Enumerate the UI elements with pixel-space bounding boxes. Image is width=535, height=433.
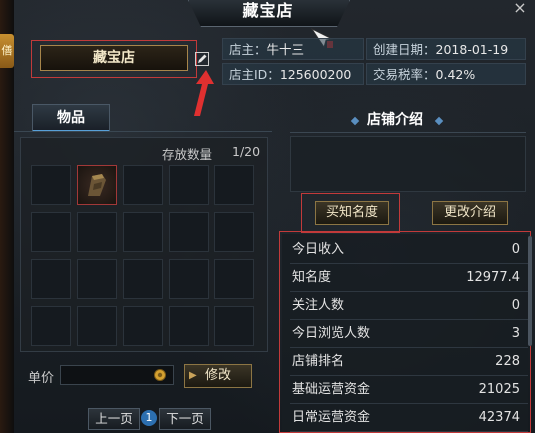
item-slot[interactable] [77, 165, 117, 205]
item-slot[interactable] [31, 259, 71, 299]
item-slot[interactable] [214, 212, 254, 252]
item-slot[interactable] [123, 259, 163, 299]
item-icon [88, 174, 106, 196]
item-slot[interactable] [31, 306, 71, 346]
item-slot[interactable] [31, 212, 71, 252]
stat-value: 3 [511, 326, 520, 341]
stat-label: 店铺排名 [292, 354, 345, 369]
item-slot[interactable] [169, 212, 209, 252]
button-arrow-icon: ▶ [189, 370, 197, 381]
stat-row: 基础运营资金 21025 [290, 376, 528, 404]
item-slot[interactable] [123, 165, 163, 205]
owner-label: 店主： [229, 42, 267, 57]
modify-price-label: 修改 [204, 368, 231, 383]
buy-fame-button[interactable]: 买知名度 [315, 201, 389, 225]
item-slot[interactable] [169, 165, 209, 205]
owner-cell: 店主：牛十三 [222, 38, 364, 60]
stat-row: 今日浏览人数 3 [290, 320, 528, 348]
stat-label: 关注人数 [292, 298, 345, 313]
stat-value: 21025 [478, 382, 520, 397]
edit-icon[interactable] [195, 52, 209, 66]
tax-label: 交易税率： [373, 67, 436, 82]
tab-underline [14, 131, 272, 132]
item-slot[interactable] [214, 259, 254, 299]
intro-text-box [290, 136, 526, 192]
item-slot[interactable] [123, 212, 163, 252]
item-slot[interactable] [169, 259, 209, 299]
stat-value: 228 [495, 354, 520, 369]
stat-row: 今日收入 0 [290, 236, 528, 264]
owner-id-value: 125600200 [279, 67, 352, 82]
shop-name-field[interactable]: 藏宝店 [40, 45, 188, 71]
store-count-value: 1/20 [232, 144, 261, 159]
stat-label: 基础运营资金 [292, 382, 371, 397]
stat-label: 日常运营资金 [292, 410, 371, 425]
coin-icon [154, 369, 166, 381]
next-page-button[interactable]: 下一页 [159, 408, 211, 430]
item-slot[interactable] [214, 165, 254, 205]
stat-label: 今日收入 [292, 242, 345, 257]
stat-label: 知名度 [292, 270, 332, 285]
item-slot[interactable] [31, 165, 71, 205]
change-intro-button[interactable]: 更改介绍 [432, 201, 508, 225]
item-slot[interactable] [77, 306, 117, 346]
stat-row: 知名度 12977.4 [290, 264, 528, 292]
window-title: 藏宝店 [242, 1, 294, 20]
owner-id-label: 店主ID： [229, 67, 280, 82]
tax-cell: 交易税率：0.42% [366, 63, 526, 85]
stat-value: 12977.4 [466, 270, 520, 285]
item-slot[interactable] [169, 306, 209, 346]
created-cell: 创建日期：2018-01-19 [366, 38, 526, 60]
created-label: 创建日期： [373, 42, 436, 57]
stat-value: 0 [511, 242, 520, 257]
side-tag[interactable]: 僐 [0, 34, 14, 68]
tab-items[interactable]: 物品 [32, 104, 110, 132]
item-slot[interactable] [214, 306, 254, 346]
item-slot[interactable] [77, 212, 117, 252]
store-count-label: 存放数量 [162, 147, 213, 162]
red-arrow-annotation-icon [194, 70, 214, 116]
modify-price-button[interactable]: ▶ 修改 [184, 364, 252, 388]
page-number: 1 [141, 410, 157, 426]
owner-id-cell: 店主ID：125600200 [222, 63, 364, 85]
close-button[interactable]: × [511, 0, 529, 18]
prev-page-button[interactable]: 上一页 [88, 408, 140, 430]
item-slot[interactable] [123, 306, 163, 346]
intro-divider [290, 132, 526, 133]
stats-scrollbar[interactable] [528, 236, 532, 346]
price-label: 单价 [28, 371, 55, 386]
item-slot[interactable] [77, 259, 117, 299]
stat-label: 今日浏览人数 [292, 326, 371, 341]
owner-value: 牛十三 [266, 42, 305, 57]
created-value: 2018-01-19 [435, 42, 509, 57]
stat-value: 0 [511, 298, 520, 313]
stat-row: 店铺排名 228 [290, 348, 528, 376]
intro-header: 店铺介绍 [367, 112, 423, 128]
stat-value: 42374 [478, 410, 520, 425]
stat-row: 关注人数 0 [290, 292, 528, 320]
tax-value: 0.42% [435, 67, 476, 82]
stat-row: 日常运营资金 42374 [290, 404, 528, 432]
